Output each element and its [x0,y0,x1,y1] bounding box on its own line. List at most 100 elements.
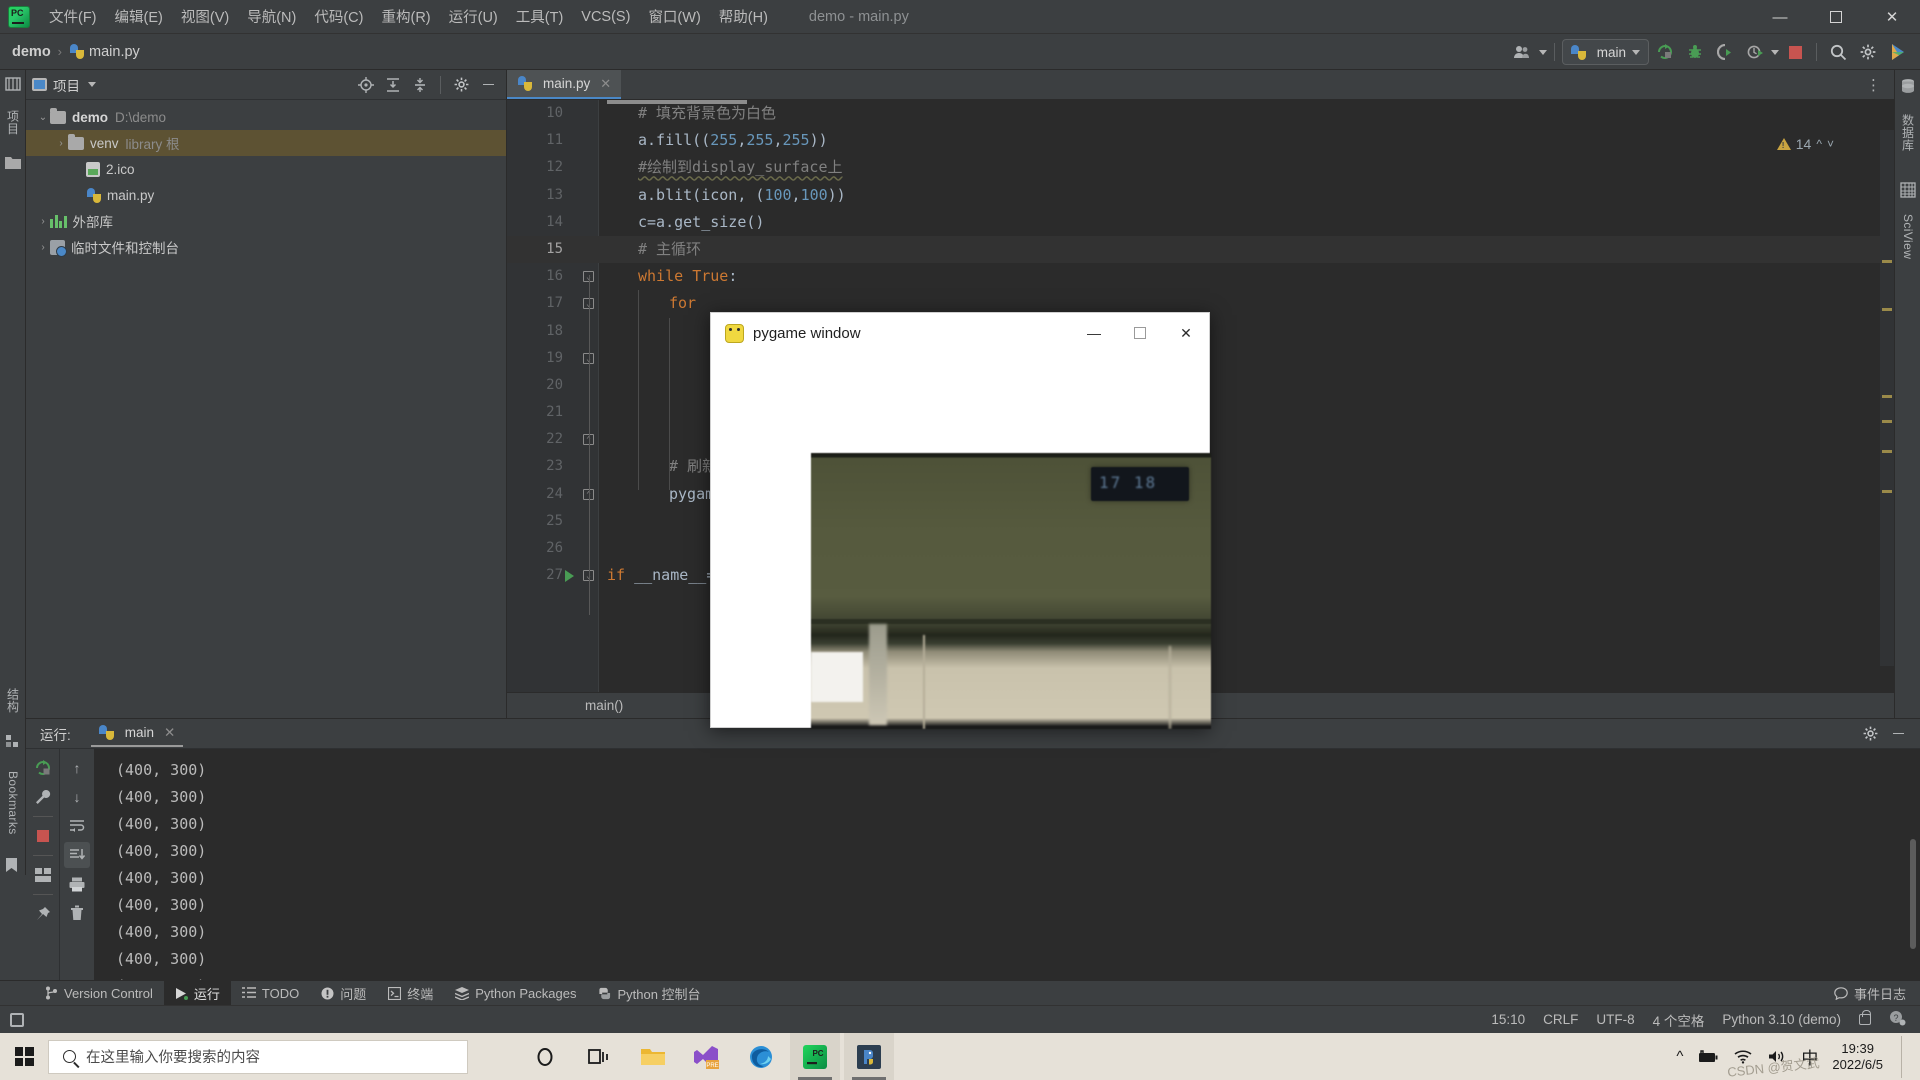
code-line-12[interactable]: 12 #绘制到display_surface上 [507,154,1894,181]
stripe-warning-mark[interactable] [1882,420,1892,423]
tool-window-Version Control[interactable]: Version Control [34,981,164,1006]
tree-expander-icon[interactable]: ⌄ [36,112,50,123]
expand-all-icon[interactable] [381,73,405,97]
close-button[interactable]: ✕ [1864,0,1920,34]
tool-window-运行[interactable]: 运行 [163,980,231,1006]
help-icon[interactable]: ? [1889,1010,1906,1029]
search-icon[interactable] [1824,39,1852,65]
more-options-icon[interactable]: ⋮ [1860,76,1888,94]
settings-icon[interactable] [1858,722,1882,746]
account-chevron-down-icon[interactable] [1538,49,1547,55]
minimize-button[interactable]: — [1752,0,1808,34]
account-icon[interactable] [1509,39,1537,65]
profile-chevron-down-icon[interactable] [1771,49,1779,55]
console-scrollbar[interactable] [1910,839,1916,949]
task-view-icon[interactable] [574,1033,624,1080]
debug-icon[interactable] [1681,39,1709,65]
profile-icon[interactable] [1741,39,1769,65]
tree-item-demo[interactable]: ⌄ demo D:\demo [26,104,506,130]
bookmarks-stripe-label[interactable]: Bookmarks [0,753,26,853]
code-line-16[interactable]: 16⌄while True: [507,263,1894,290]
structure-stripe-icon[interactable] [5,733,21,749]
taskbar-clock[interactable]: 19:39 2022/6/5 [1832,1041,1883,1073]
menu-item-2[interactable]: 视图(V) [172,3,238,30]
error-stripe[interactable] [1880,130,1894,666]
console-output[interactable]: (400, 300) (400, 300) (400, 300) (400, 300)… [94,749,1920,980]
down-icon[interactable]: ↓ [64,784,90,810]
file-encoding[interactable]: UTF-8 [1596,1012,1634,1027]
caret-position[interactable]: 15:10 [1491,1012,1525,1027]
line-separator[interactable]: CRLF [1543,1012,1578,1027]
structure-stripe-label[interactable]: 结构 [0,673,26,727]
windows-start-icon[interactable] [0,1033,48,1080]
settings-icon[interactable] [1854,39,1882,65]
pygame-app-icon[interactable] [844,1033,894,1080]
project-settings-icon[interactable] [449,73,473,97]
rerun-icon[interactable] [30,755,56,781]
menu-item-6[interactable]: 运行(U) [440,3,507,30]
scroll-from-source-icon[interactable] [354,73,378,97]
collapse-all-icon[interactable] [408,73,432,97]
code-line-10[interactable]: 10 # 填充背景色为白色 [507,100,1894,127]
maximize-button[interactable] [1808,0,1864,34]
battery-icon[interactable] [1697,1049,1719,1064]
updates-icon[interactable] [1884,39,1912,65]
layout-icon[interactable] [30,862,56,888]
folder-stripe-icon[interactable] [5,156,21,172]
hide-panel-icon[interactable] [476,73,500,97]
code-line-13[interactable]: 13 a.blit(icon, (100,100)) [507,182,1894,209]
print-icon[interactable] [64,871,90,897]
visual-studio-icon[interactable]: PRE [682,1033,732,1080]
menu-item-1[interactable]: 编辑(E) [106,3,172,30]
python-interpreter[interactable]: Python 3.10 (demo) [1722,1012,1841,1027]
tool-window-Python 控制台[interactable]: Python 控制台 [587,981,711,1006]
edge-icon[interactable] [736,1033,786,1080]
project-stripe-label[interactable]: 项目 [0,94,26,150]
pygame-close-button[interactable]: ✕ [1163,313,1209,353]
tree-item-2.ico[interactable]: 2.ico [26,156,506,182]
stripe-warning-mark[interactable] [1882,395,1892,398]
tool-window-问题[interactable]: 问题 [310,981,377,1006]
bookmark-icon[interactable] [5,857,21,873]
wrench-icon[interactable] [30,784,56,810]
sciview-icon[interactable] [1900,182,1916,198]
run-gutter-icon[interactable] [565,570,574,583]
pygame-title-bar[interactable]: pygame window — ✕ [711,313,1209,353]
taskbar-search-input[interactable]: 在这里输入你要搜索的内容 [48,1039,468,1074]
pygame-minimize-button[interactable]: — [1071,313,1117,353]
code-line-11[interactable]: 11 a.fill((255,255,255)) [507,127,1894,154]
pycharm-icon[interactable]: PC [790,1033,840,1080]
lock-icon[interactable] [1859,1010,1871,1025]
event-log-button[interactable]: 事件日志 [1834,984,1920,1003]
tree-item-临时文件和控制台[interactable]: › 临时文件和控制台 [26,234,506,260]
pygame-maximize-button[interactable] [1117,313,1163,353]
tree-item-main.py[interactable]: main.py [26,182,506,208]
pygame-canvas[interactable]: 17 18 [711,353,1211,729]
inspection-warning-badge[interactable]: 14 ^ ˅ [1776,136,1834,152]
tree-item-venv[interactable]: › venv library 根 [26,130,506,156]
database-icon[interactable] [1900,78,1916,94]
menu-item-4[interactable]: 代码(C) [305,3,372,30]
menu-item-8[interactable]: VCS(S) [572,6,639,28]
file-explorer-icon[interactable] [628,1033,678,1080]
menu-item-10[interactable]: 帮助(H) [710,3,777,30]
pygame-window[interactable]: pygame window — ✕ 17 18 [710,312,1211,729]
hide-panel-icon[interactable] [1886,722,1910,746]
code-line-15[interactable]: 15 # 主循环 [507,235,1894,264]
pin-icon[interactable] [30,901,56,927]
tool-window-Python Packages[interactable]: Python Packages [444,981,587,1006]
stripe-warning-mark[interactable] [1882,490,1892,493]
tool-window-TODO[interactable]: TODO [231,981,310,1006]
stripe-warning-mark[interactable] [1882,308,1892,311]
tree-item-外部库[interactable]: › 外部库 [26,208,506,234]
tool-window-终端[interactable]: 终端 [377,981,444,1006]
trash-icon[interactable] [64,900,90,926]
toggle-tool-windows-icon[interactable] [10,1012,24,1027]
prev-problem-icon[interactable]: ^ [1816,137,1822,151]
close-icon[interactable]: ✕ [600,76,611,92]
menu-item-0[interactable]: 文件(F) [40,3,106,30]
coverage-icon[interactable] [1711,39,1739,65]
indent-setting[interactable]: 4 个空格 [1653,1010,1705,1030]
code-line-14[interactable]: 14 c=a.get_size() [507,209,1894,236]
cortana-icon[interactable] [520,1033,570,1080]
